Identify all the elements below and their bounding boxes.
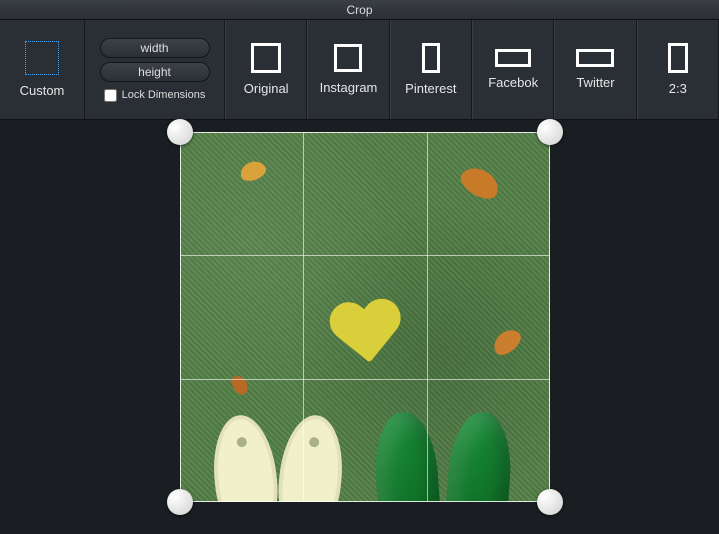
instagram-ratio-icon (334, 44, 362, 72)
width-field[interactable]: width (100, 38, 210, 58)
preset-pinterest-label: Pinterest (405, 81, 456, 96)
preset-pinterest[interactable]: Pinterest (390, 20, 472, 119)
custom-controls: width height Lock Dimensions (85, 20, 225, 119)
preset-instagram-label: Instagram (320, 80, 378, 95)
crop-handle-top-right[interactable] (537, 119, 563, 145)
preset-facebok[interactable]: Facebok (472, 20, 554, 119)
preset-custom[interactable]: Custom (0, 20, 85, 119)
window-title: Crop (0, 0, 719, 20)
crop-handle-bottom-left[interactable] (167, 489, 193, 515)
preset-original[interactable]: Original (225, 20, 307, 119)
pinterest-ratio-icon (422, 43, 440, 73)
preset-2-3-label: 2:3 (669, 81, 687, 96)
twitter-ratio-icon (576, 49, 614, 67)
original-ratio-icon (251, 43, 281, 73)
lock-dimensions-checkbox[interactable] (104, 89, 117, 102)
crop-box[interactable] (180, 132, 550, 502)
preset-original-label: Original (244, 81, 289, 96)
preset-2-3[interactable]: 2:3 (637, 20, 719, 119)
lock-dimensions-label: Lock Dimensions (122, 89, 206, 101)
preset-custom-label: Custom (20, 83, 65, 98)
preset-instagram[interactable]: Instagram (307, 20, 389, 119)
lock-dimensions-row[interactable]: Lock Dimensions (104, 89, 206, 102)
facebook-ratio-icon (495, 49, 531, 67)
two-three-ratio-icon (668, 43, 688, 73)
preset-facebok-label: Facebok (488, 75, 538, 90)
preset-twitter-label: Twitter (576, 75, 614, 90)
preset-twitter[interactable]: Twitter (554, 20, 636, 119)
crop-handle-top-left[interactable] (167, 119, 193, 145)
image-preview (180, 132, 550, 502)
crop-handle-bottom-right[interactable] (537, 489, 563, 515)
height-field[interactable]: height (100, 62, 210, 82)
custom-crop-icon (25, 41, 59, 75)
canvas-area (0, 120, 719, 534)
crop-toolbar: Custom width height Lock Dimensions Orig… (0, 20, 719, 120)
